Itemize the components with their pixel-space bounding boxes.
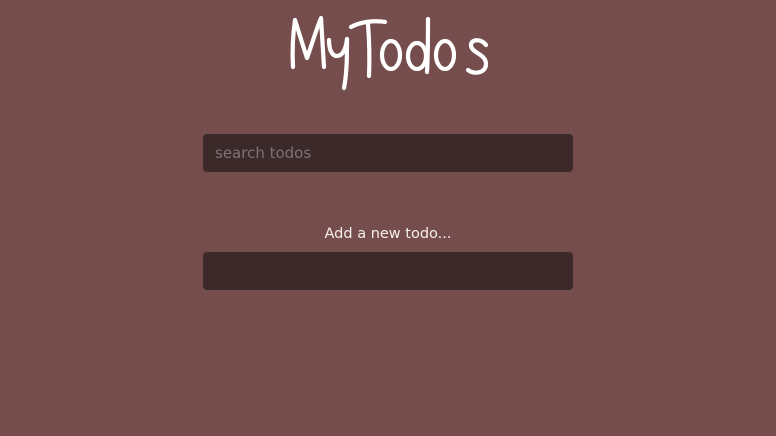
search-input[interactable] <box>203 134 573 172</box>
app-title <box>290 15 489 91</box>
add-todo-input[interactable] <box>203 252 573 290</box>
add-todo-label: Add a new todo... <box>324 226 452 242</box>
app-header <box>0 0 776 100</box>
